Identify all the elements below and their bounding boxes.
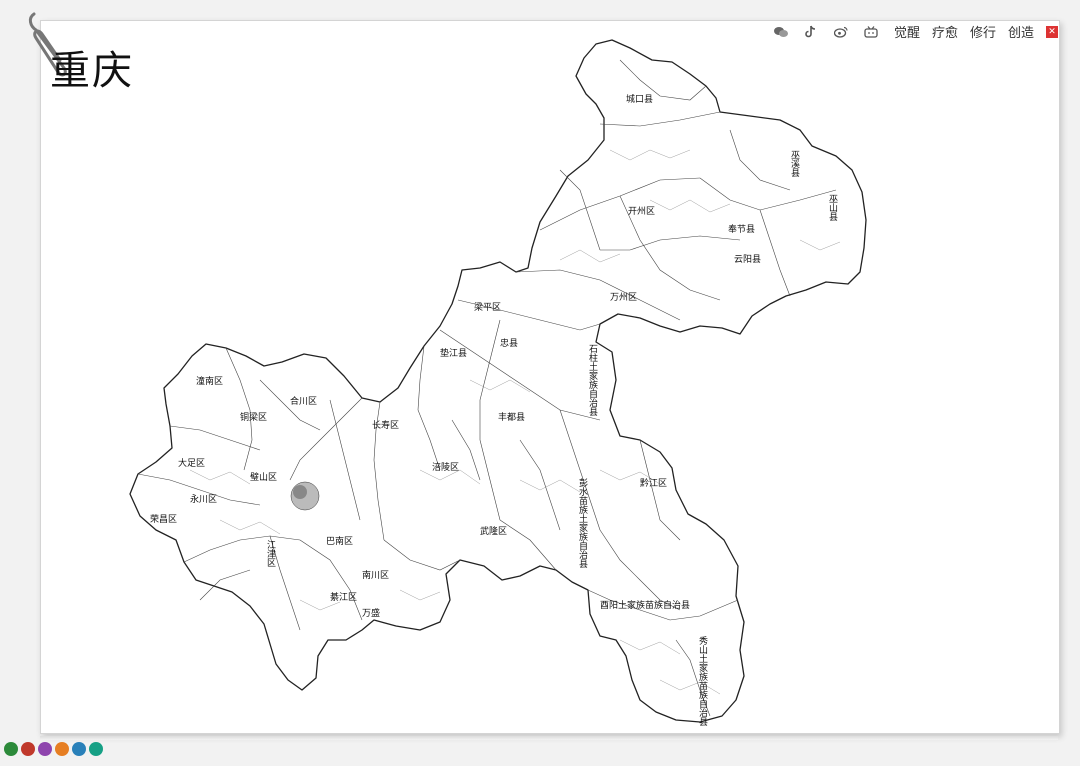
map-label: 巴南区 [326,535,353,547]
chongqing-map: 城口县 巫山县 巫溪县 奉节县 云阳县 开州区 万州区 梁平区 忠县 垫江县 石… [129,39,867,727]
map-label: 大足区 [178,457,205,469]
map-label: 永川区 [190,493,217,505]
badge-icon[interactable] [72,742,86,756]
map-label: 黔江区 [640,477,667,489]
map-label: 万盛 [362,607,380,619]
map-label: 垫江县 [440,347,467,359]
urban-core [290,481,320,511]
map-label: 万州区 [610,292,637,303]
map-label: 合川区 [290,395,317,407]
map-label: 巫山县 [827,194,838,222]
map-label: 忠县 [500,338,518,349]
map-label: 酉阳土家族苗族自治县 [600,599,690,611]
map-label: 巫溪县 [789,150,800,178]
badge-icon[interactable] [21,742,35,756]
map-label: 涪陵区 [432,461,459,473]
map-label: 梁平区 [474,301,501,313]
footer-badges [4,742,103,756]
map-label: 石柱土家族自治县 [587,344,598,417]
map-label: 潼南区 [196,375,223,387]
map-label: 奉节县 [728,223,755,235]
map-label: 丰都县 [498,411,525,423]
map-label: 武隆区 [480,525,507,537]
badge-icon[interactable] [4,742,18,756]
badge-icon[interactable] [38,742,52,756]
map-label: 铜梁区 [240,411,267,423]
map-label: 秀山土家族苗族自治县 [697,635,708,727]
map-label: 南川区 [362,569,389,581]
map-label: 城口县 [626,94,653,105]
map-label: 开州区 [628,206,655,217]
map-label: 云阳县 [734,254,761,265]
badge-icon[interactable] [55,742,69,756]
map-label: 璧山区 [250,471,277,483]
map-label: 彭水苗族土家族自治县 [577,477,588,569]
map-label: 长寿区 [372,419,399,431]
map-label: 江津区 [265,540,276,567]
map-label: 荣昌区 [150,513,177,525]
map-label: 綦江区 [330,591,357,603]
badge-icon[interactable] [89,742,103,756]
